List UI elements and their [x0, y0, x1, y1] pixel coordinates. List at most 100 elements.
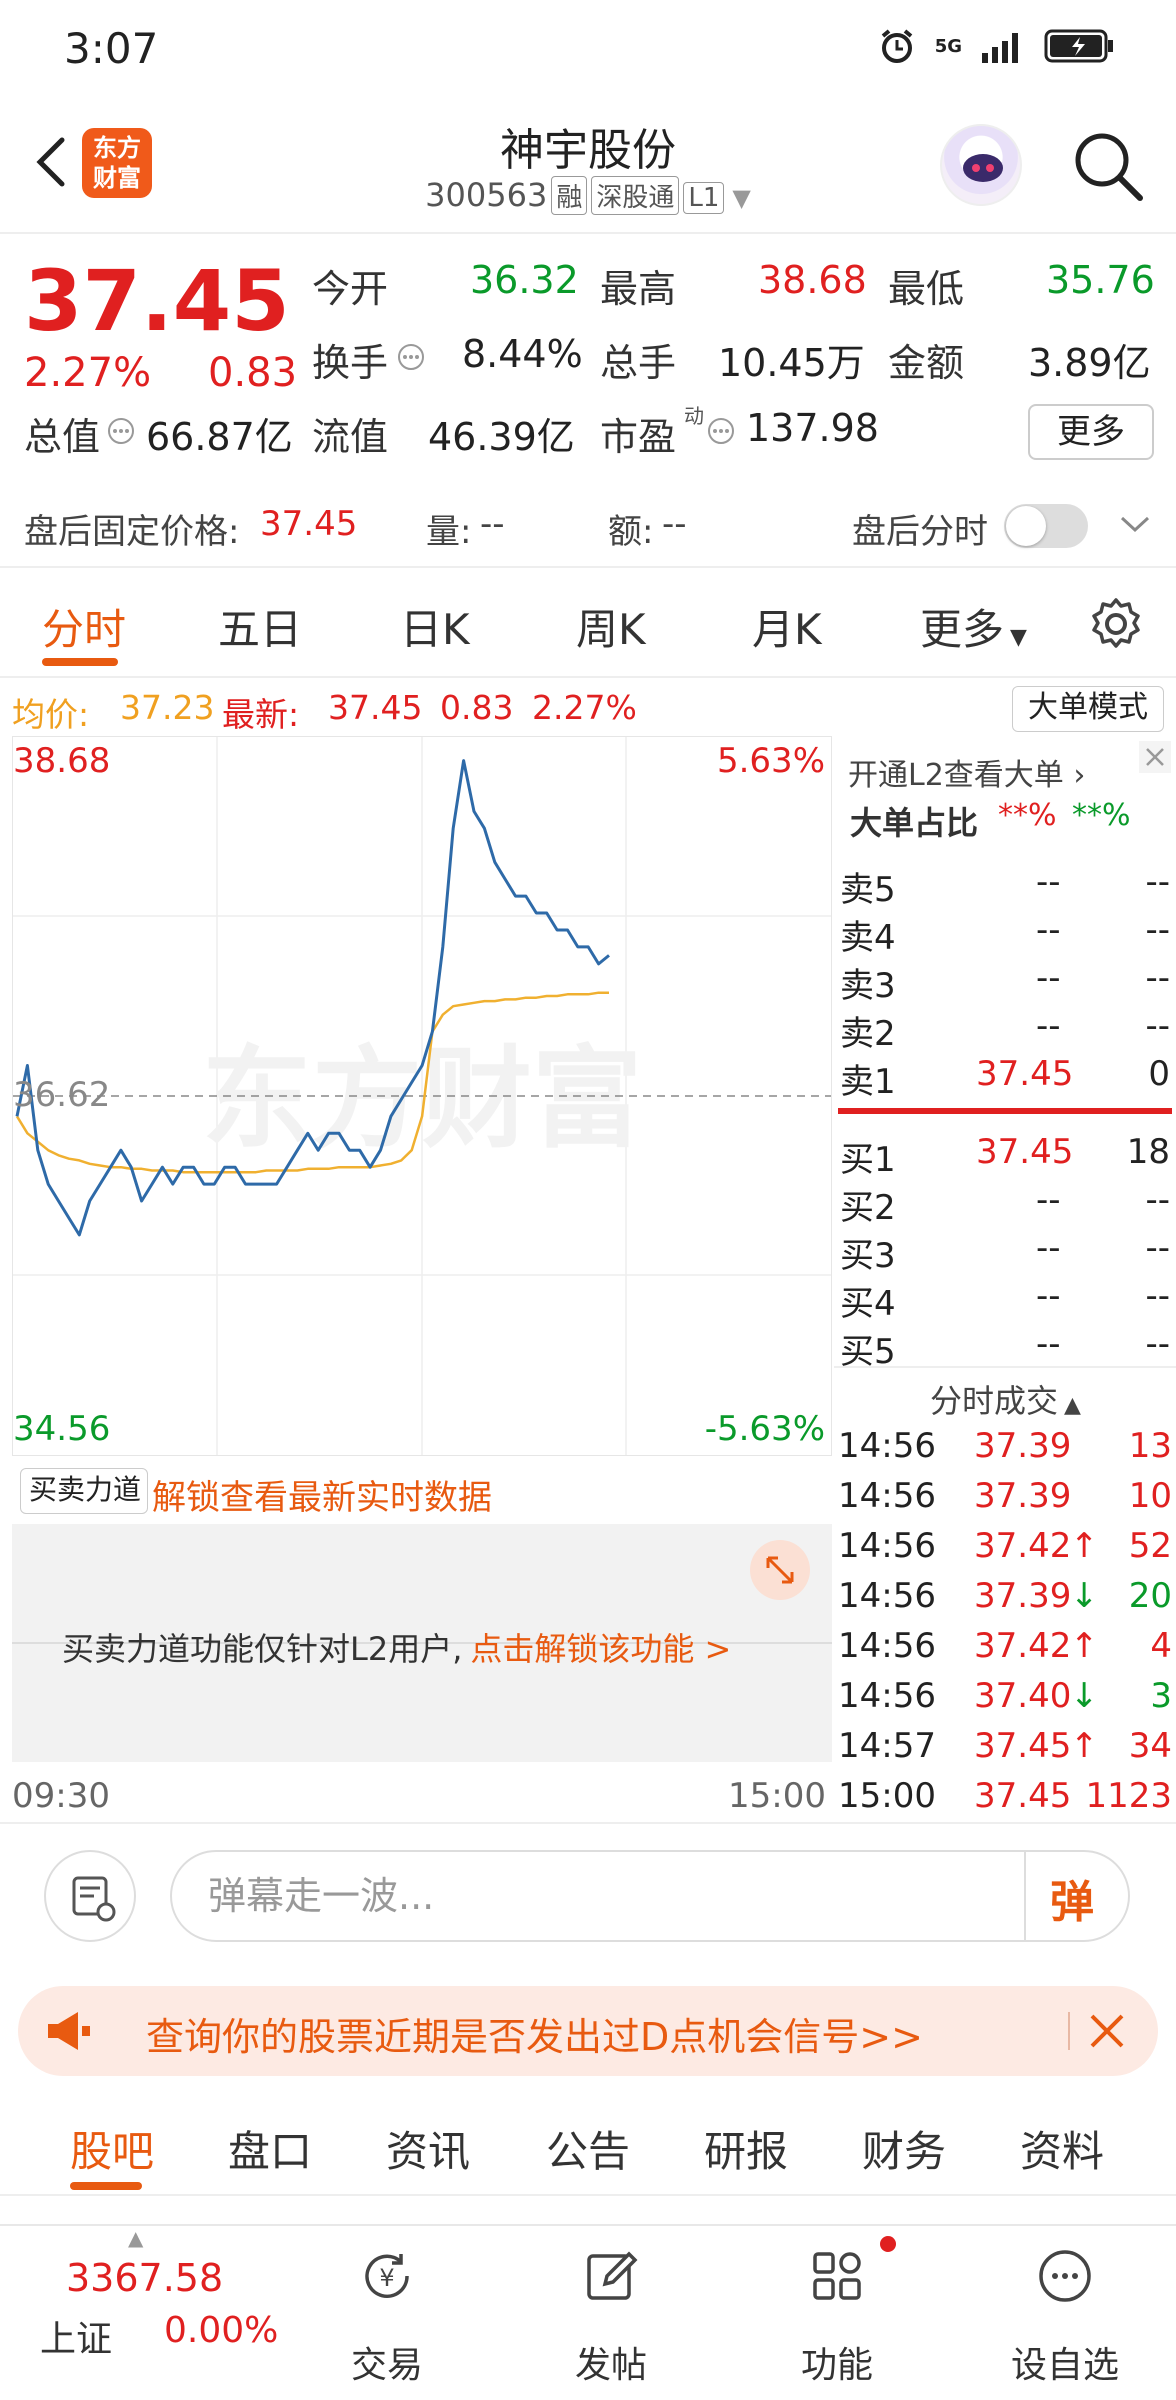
- chevron-down-icon[interactable]: [1118, 510, 1152, 540]
- nav-trade[interactable]: ¥ 交易: [312, 2226, 462, 2400]
- info-icon[interactable]: [396, 342, 426, 372]
- field-high-label: 最高: [600, 267, 677, 311]
- tab-daily-k[interactable]: 日K: [400, 596, 470, 657]
- ask-row: 卖5 -- --: [840, 862, 1176, 910]
- trade-direction: ↑: [1070, 1526, 1099, 1566]
- tab-weekly-k[interactable]: 周K: [576, 596, 646, 657]
- tab-forum[interactable]: 股吧: [70, 2118, 154, 2179]
- tab-announcements[interactable]: 公告: [546, 2118, 630, 2179]
- trade-price: 37.42: [974, 1626, 1072, 1666]
- tag-connect: 深股通: [591, 176, 680, 215]
- field-volume-value: 10.45万: [718, 341, 865, 385]
- trade-direction: ↑: [1070, 1726, 1099, 1766]
- unlock-feature-link[interactable]: 点击解锁该功能 >: [470, 1630, 731, 1668]
- dropdown-caret-icon[interactable]: ▼: [732, 184, 750, 212]
- trade-volume: 20: [1128, 1576, 1172, 1616]
- nav-add-watchlist[interactable]: 设自选: [990, 2226, 1140, 2400]
- caret-up-icon: ▲: [1064, 1393, 1081, 1418]
- tab-five-day[interactable]: 五日: [218, 596, 302, 657]
- force-panel-locked[interactable]: 买卖力道功能仅针对L2用户, 点击解锁该功能 >: [12, 1524, 832, 1762]
- tab-monthly-k[interactable]: 月K: [752, 596, 822, 657]
- trade-direction: ↓: [1070, 1676, 1099, 1716]
- trades-title[interactable]: 分时成交 ▲: [930, 1376, 1081, 1422]
- tab-profile[interactable]: 资料: [1020, 2118, 1104, 2179]
- ask-label: 卖4: [840, 918, 896, 958]
- change-percent: 2.27%: [24, 350, 152, 396]
- unlock-l2-link[interactable]: 开通L2查看大单 ›: [848, 750, 1085, 794]
- unlock-realtime-link[interactable]: 解锁查看最新实时数据: [152, 1470, 492, 1519]
- index-name: 上证: [40, 2319, 113, 2360]
- trade-price: 37.40: [974, 1676, 1072, 1716]
- trade-volume: 10: [1128, 1476, 1172, 1516]
- battery-icon: [1044, 29, 1113, 63]
- chevron-right-icon: ›: [1063, 758, 1086, 793]
- ask-volume: --: [1145, 958, 1170, 998]
- tab-more[interactable]: 更多 ▼: [920, 596, 1027, 657]
- trade-row: 14:57 37.45 ↑ 34: [838, 1726, 1176, 1776]
- trade-volume: 4: [1150, 1626, 1172, 1666]
- nav-post[interactable]: 发帖: [536, 2226, 686, 2400]
- time-axis: 09:30 15:00: [12, 1770, 832, 1820]
- bid-volume: --: [1145, 1228, 1170, 1268]
- field-mktcap-label: 总值: [24, 415, 101, 459]
- index-value: 3367.58: [66, 2256, 224, 2300]
- stock-header: 东方 财富 神宇股份 300563 融深股通 L1 ▼: [0, 100, 1176, 234]
- active-tab-underline: [70, 2182, 142, 2190]
- indicator-select[interactable]: 买卖力道▼: [20, 1468, 148, 1546]
- trade-time: 14:56: [838, 1676, 936, 1716]
- search-icon[interactable]: [1070, 128, 1146, 204]
- tab-news[interactable]: 资讯: [386, 2118, 470, 2179]
- ask-volume: 0: [1148, 1054, 1170, 1094]
- watchlist-icon: [1039, 2250, 1091, 2302]
- trade-price: 37.45: [974, 1776, 1072, 1816]
- info-icon[interactable]: [106, 416, 136, 446]
- info-icon[interactable]: [706, 416, 736, 446]
- tag-margin: 融: [551, 176, 588, 215]
- change-amount: 0.83: [208, 350, 298, 396]
- big-order-mode-button[interactable]: 大单模式: [1012, 686, 1164, 732]
- after-hours-amount: --: [662, 504, 687, 544]
- trade-row: 14:56 37.39 10: [838, 1476, 1176, 1526]
- l2-only-notice: 买卖力道功能仅针对L2用户, 点击解锁该功能 >: [62, 1624, 731, 1670]
- tab-order-book[interactable]: 盘口: [228, 2118, 312, 2179]
- bid-price: --: [1036, 1228, 1061, 1268]
- promo-banner[interactable]: 查询你的股票近期是否发出过D点机会信号>>: [18, 1986, 1158, 2076]
- intraday-chart-svg: 东方财富: [13, 737, 831, 1455]
- close-icon[interactable]: [1138, 740, 1172, 774]
- network-label: 5G: [934, 35, 962, 57]
- trade-time: 14:56: [838, 1626, 936, 1666]
- field-amount-value: 3.89亿: [1028, 341, 1151, 385]
- danmu-toggle-button[interactable]: 弹: [1024, 1852, 1128, 1940]
- trade-price: 37.39: [974, 1476, 1072, 1516]
- tab-intraday[interactable]: 分时: [42, 596, 126, 657]
- comment-settings-button[interactable]: [44, 1850, 136, 1942]
- more-fields-button[interactable]: 更多: [1028, 404, 1154, 460]
- last-price-value: 37.45: [328, 688, 423, 727]
- svg-text:¥: ¥: [379, 2264, 394, 2292]
- ask-row: 卖1 37.45 0: [840, 1054, 1176, 1102]
- nav-functions[interactable]: 功能: [762, 2226, 912, 2400]
- tab-financials[interactable]: 财务: [862, 2118, 946, 2179]
- close-icon[interactable]: [1086, 2010, 1128, 2052]
- after-hours-toggle[interactable]: [1004, 504, 1088, 548]
- y-min-label: 34.56: [13, 1409, 111, 1449]
- divider: [834, 1366, 1176, 1368]
- field-volume-label: 总手: [600, 341, 677, 385]
- ask-label: 卖2: [840, 1014, 896, 1054]
- chart-tabs: 分时 五日 日K 周K 月K 更多 ▼: [0, 568, 1176, 678]
- robot-assistant-avatar[interactable]: [940, 124, 1022, 206]
- trade-time: 14:56: [838, 1476, 936, 1516]
- y-max-label: 38.68: [13, 741, 111, 781]
- after-hours-row: 盘后固定价格: 37.45 量: -- 额: -- 盘后分时: [0, 474, 1176, 568]
- settings-gear-icon[interactable]: [1088, 596, 1144, 652]
- trade-price: 37.39: [974, 1426, 1072, 1466]
- status-time: 3:07: [64, 24, 159, 73]
- trade-row: 14:56 37.42 ↑ 4: [838, 1626, 1176, 1676]
- danmu-input[interactable]: 弹幕走一波...: [170, 1850, 1130, 1942]
- avg-price-value: 37.23: [120, 688, 215, 727]
- tab-research[interactable]: 研报: [704, 2118, 788, 2179]
- expand-icon[interactable]: [748, 1538, 812, 1602]
- nav-post-label: 发帖: [574, 2345, 647, 2386]
- danmu-label: 弹: [1050, 1877, 1094, 1928]
- index-widget[interactable]: ▲ 3367.58 上证 0.00%: [0, 2226, 300, 2400]
